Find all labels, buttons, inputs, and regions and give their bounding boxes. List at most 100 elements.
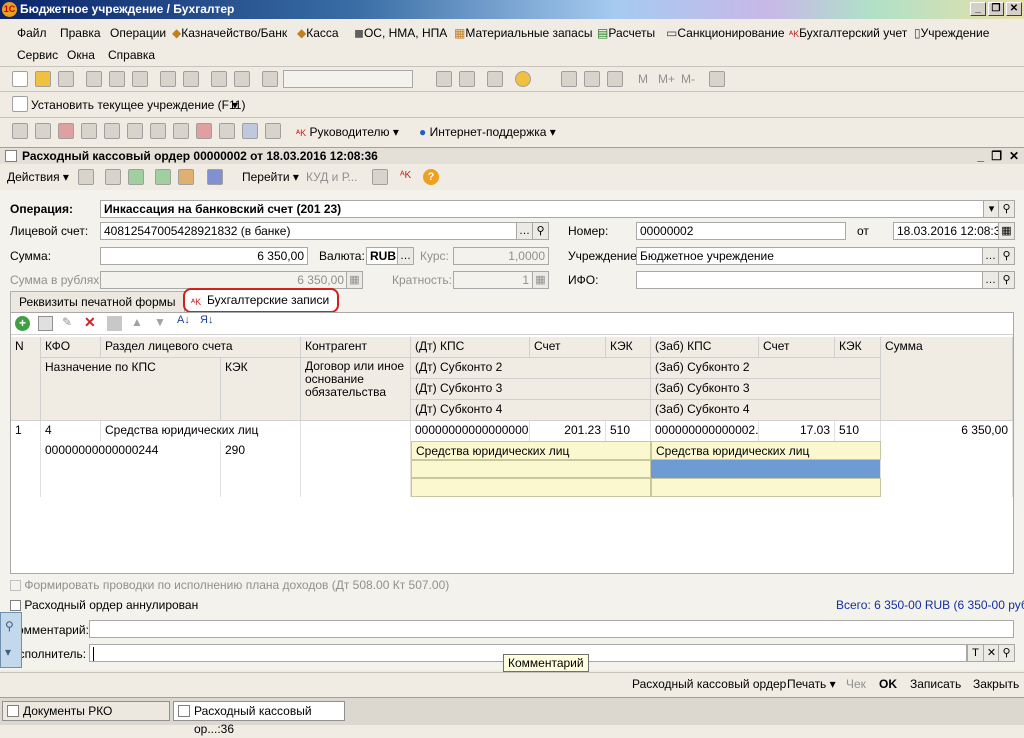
task-rko-docs[interactable]: Документы РКО [2, 701, 170, 721]
set-institution-button[interactable]: Установить текущее учреждение (F11) [31, 98, 245, 112]
journal-icon[interactable] [265, 123, 281, 139]
institution-select-button[interactable]: … [982, 247, 999, 265]
search-input[interactable] [283, 70, 413, 88]
journal-icon[interactable] [35, 123, 51, 139]
journal-icon[interactable] [81, 123, 97, 139]
delete-row-icon[interactable]: ✕ [84, 314, 96, 331]
accounting-entries-icon[interactable]: ᴬK [400, 170, 411, 181]
ok-button[interactable]: OK [879, 677, 897, 691]
ifo-select-button[interactable]: … [982, 271, 999, 289]
close-form-button[interactable]: Закрыть [973, 677, 1019, 691]
menu-cash[interactable]: ◆Касса [297, 26, 339, 40]
account-search-icon[interactable]: ⚲ [532, 222, 549, 240]
cancelled-checkbox[interactable]: Расходный ордер аннулирован [10, 598, 198, 612]
calculator-icon[interactable] [561, 71, 577, 87]
new-icon[interactable] [12, 71, 28, 87]
tools-icon[interactable] [709, 71, 725, 87]
tab-print-details[interactable]: Реквизиты печатной формы [10, 291, 185, 313]
preview-icon[interactable] [183, 71, 199, 87]
paste-icon[interactable] [132, 71, 148, 87]
minimize-button[interactable]: _ [970, 2, 986, 16]
number-field[interactable]: 00000002 [636, 222, 846, 240]
sum-field[interactable]: 6 350,00 [100, 247, 308, 265]
doc-minimize-button[interactable]: _ [977, 148, 984, 164]
manager-menu[interactable]: ᴬK Руководителю ▾ [296, 125, 399, 139]
movements-icon[interactable] [155, 169, 171, 185]
institution-search-icon[interactable]: ⚲ [998, 247, 1015, 265]
menu-settlements[interactable]: ▤Расчеты [597, 26, 655, 40]
save-button[interactable]: Записать [910, 677, 961, 691]
currency-select-button[interactable]: … [397, 247, 414, 265]
copy-row-icon[interactable] [38, 316, 53, 331]
save-icon[interactable] [58, 71, 74, 87]
rate-field[interactable]: 1,0000 [453, 247, 549, 265]
tab-accounting-entries[interactable]: ᴬK Бухгалтерские записи [183, 288, 340, 313]
find-icon[interactable] [262, 71, 278, 87]
menu-operations[interactable]: Операции [110, 26, 166, 40]
journal-icon[interactable] [150, 123, 166, 139]
menu-treasury[interactable]: ◆Казначейство/Банк [172, 26, 287, 40]
post-icon[interactable] [78, 169, 94, 185]
sort-desc-icon[interactable]: Я↓ [200, 314, 213, 326]
memory-m-plus[interactable]: M+ [658, 72, 675, 86]
institution-field[interactable]: Бюджетное учреждение [636, 247, 984, 265]
move-up-icon[interactable]: ▲ [131, 315, 143, 329]
print-form-button[interactable]: Расходный кассовый ордер [632, 677, 786, 691]
calendar-icon[interactable]: ▦ [998, 222, 1015, 240]
help-icon[interactable]: ? [423, 169, 439, 185]
journal-icon[interactable] [196, 123, 212, 139]
copy-icon[interactable] [109, 71, 125, 87]
chevron-down-icon[interactable]: ▾ [232, 98, 238, 112]
ifo-field[interactable] [636, 271, 984, 289]
ifo-search-icon[interactable]: ⚲ [998, 271, 1015, 289]
menu-accounting[interactable]: ᴬKБухгалтерский учет [789, 26, 907, 40]
open-icon[interactable] [35, 71, 51, 87]
close-button[interactable]: ✕ [1006, 2, 1022, 16]
cell-dt-sub2[interactable]: Средства юридических лиц [411, 441, 651, 460]
cell-zab-sub4[interactable] [651, 478, 881, 497]
menu-materials[interactable]: ▦Материальные запасы [454, 26, 592, 40]
journal-icon[interactable] [219, 123, 235, 139]
menu-help[interactable]: Справка [108, 48, 155, 62]
doc-close-button[interactable]: ✕ [1009, 148, 1019, 164]
doc-restore-button[interactable]: ❐ [991, 148, 1002, 164]
print-icon[interactable] [160, 71, 176, 87]
journal-icon[interactable] [58, 123, 74, 139]
currency-field[interactable]: RUB [366, 247, 398, 265]
cell-zab-sub3[interactable] [651, 460, 881, 478]
info-icon[interactable] [515, 71, 531, 87]
copy-doc-icon[interactable] [128, 169, 144, 185]
journal-icon[interactable] [127, 123, 143, 139]
unpost-icon[interactable] [178, 169, 194, 185]
print-menu[interactable]: Печать ▾ [787, 677, 836, 691]
kud-button[interactable]: КУД и Р... [306, 170, 357, 184]
support-menu[interactable]: ● Интернет-поддержка ▾ [419, 125, 556, 139]
windows-icon[interactable] [487, 71, 503, 87]
end-edit-icon[interactable] [107, 316, 122, 331]
memory-m-minus[interactable]: M- [681, 72, 695, 86]
memory-m[interactable]: M [638, 72, 648, 86]
undo-icon[interactable] [211, 71, 227, 87]
sort-asc-icon[interactable]: A↓ [177, 314, 190, 326]
receipt-button[interactable]: Чек [846, 677, 866, 691]
cell-dt-sub3[interactable] [411, 460, 651, 478]
income-plan-checkbox[interactable]: Формировать проводки по исполнению плана… [10, 578, 449, 592]
comment-field[interactable] [89, 620, 1014, 638]
executor-search-icon[interactable]: ⚲ [998, 644, 1015, 662]
menu-service[interactable]: Сервис [17, 48, 58, 62]
date-field[interactable]: 18.03.2016 12:08:36 [893, 222, 1001, 240]
journal-icon[interactable] [12, 123, 28, 139]
calendar-icon[interactable] [584, 71, 600, 87]
menu-sanction[interactable]: ▭Санкционирование [666, 26, 785, 40]
menu-institution[interactable]: ▯Учреждение [914, 26, 989, 40]
executor-text-button[interactable]: T [967, 644, 984, 662]
journal-icon[interactable] [104, 123, 120, 139]
users-icon[interactable] [607, 71, 623, 87]
operation-search-icon[interactable]: ⚲ [998, 200, 1015, 218]
task-cash-order[interactable]: Расходный кассовый ор...:36 [173, 701, 345, 736]
side-panel-handle[interactable]: ⚲ ▾ [0, 612, 22, 668]
table-row[interactable]: 1 4 Средства юридических лиц 00000000000… [11, 421, 1013, 497]
add-row-icon[interactable]: + [15, 316, 30, 331]
menu-assets[interactable]: ◼ОС, НМА, НПА [354, 26, 447, 40]
edit-row-icon[interactable]: ✎ [62, 315, 72, 329]
